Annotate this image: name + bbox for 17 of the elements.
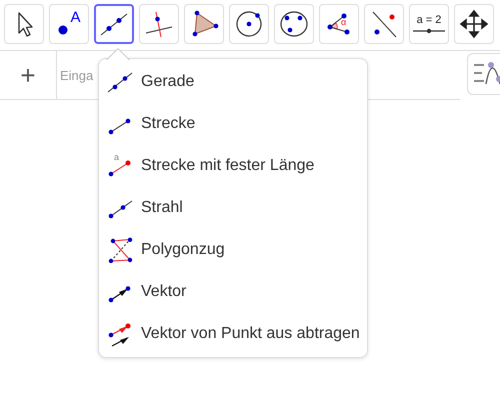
input-field[interactable]: Einga — [60, 68, 96, 82]
tool-button[interactable]: α — [319, 4, 359, 44]
four-way-arrow-icon — [458, 8, 490, 40]
menu-item[interactable]: Polygonzug — [99, 229, 367, 271]
tool-button[interactable]: a = 2 — [409, 4, 449, 44]
tool-button[interactable] — [94, 4, 134, 44]
menu-item[interactable]: Strecke — [99, 103, 367, 145]
algebra-view-button[interactable] — [467, 53, 500, 95]
polyline-icon — [107, 237, 133, 263]
menu-item[interactable]: Strahl — [99, 187, 367, 229]
menu-item[interactable]: Vektor von Punkt aus abtragen — [99, 313, 367, 355]
tool-button[interactable]: A — [49, 4, 89, 44]
menu-item[interactable]: Gerade — [99, 61, 367, 103]
menu-item[interactable]: a Strecke mit fester Länge — [99, 145, 367, 187]
vector-icon — [107, 321, 133, 347]
add-button[interactable]: + — [0, 62, 56, 88]
menu-item[interactable]: Vektor — [99, 271, 367, 313]
